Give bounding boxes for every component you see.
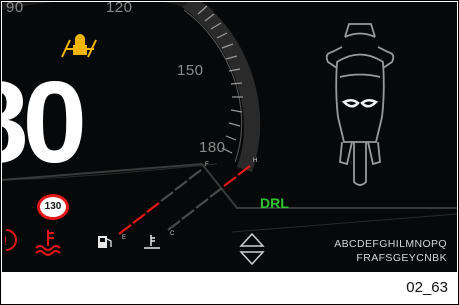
headlight-icons [341,99,379,108]
up-down-arrows-icon[interactable] [239,232,265,266]
instrument-cluster-display: ! 90 120 150 180 0 130 E F C H DRL ABCDE… [2,2,457,272]
fuel-pump-icon [98,236,112,248]
brake-warning-icon: ! [4,229,17,251]
svg-text:!: ! [4,234,7,248]
temp-cold-mark: C [170,231,175,237]
message-line-2: FRAFSGEYCNBK [356,252,447,264]
message-line-1: ABCDEFGHILMNOPQ [334,238,447,250]
drl-indicator: DRL [260,195,289,211]
coolant-gauge-icon [144,235,160,249]
speed-tick-90: 90 [6,2,24,16]
fuel-full-mark: F [205,162,209,168]
figure-frame: ! 90 120 150 180 0 130 E F C H DRL ABCDE… [0,0,459,305]
current-speed-readout: 80 [2,57,87,187]
temp-hot-mark: H [253,158,258,164]
speed-tick-180: 180 [199,139,226,156]
speed-tick-150: 150 [177,62,204,79]
speed-limit-sign: 130 [37,194,69,220]
coolant-temperature-icon [35,230,61,256]
fuel-level-gauge [118,169,202,235]
figure-caption: 02_63 [406,279,448,296]
speed-tick-120: 120 [106,2,133,16]
coolant-level-gauge [167,165,251,231]
traction-control-icon [61,34,97,58]
motorcycle-front-view-icon [325,23,395,186]
fuel-empty-mark: E [122,235,127,241]
